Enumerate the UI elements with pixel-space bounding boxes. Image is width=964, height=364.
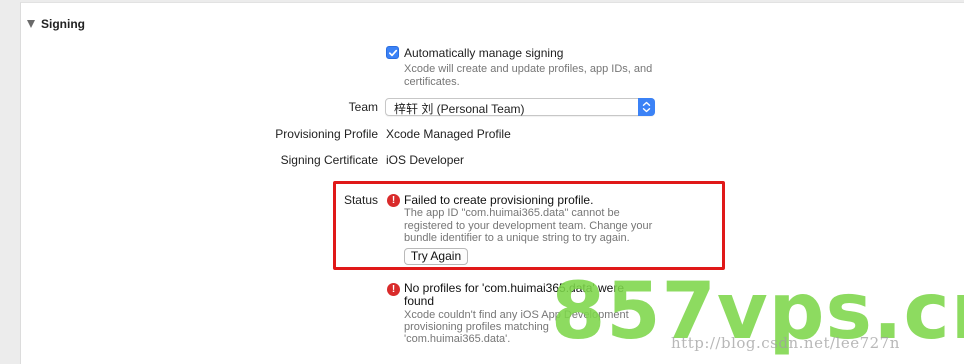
highlight-box	[333, 181, 725, 270]
auto-manage-description-line1: Xcode will create and update profiles, a…	[404, 63, 653, 75]
watermark-url: http://blog.csdn.net/lee727n	[671, 334, 900, 352]
auto-manage-label[interactable]: Automatically manage signing	[404, 46, 563, 60]
auto-manage-description-line2: certificates.	[404, 76, 460, 88]
checkmark-icon	[388, 49, 398, 57]
disclosure-triangle-icon[interactable]	[27, 20, 35, 28]
provisioning-profile-value: Xcode Managed Profile	[386, 127, 511, 141]
section-title: Signing	[41, 17, 85, 31]
provisioning-profile-label: Provisioning Profile	[275, 127, 378, 141]
second-error-line3: 'com.huimai365.data'.	[404, 333, 511, 345]
signing-certificate-label: Signing Certificate	[280, 153, 378, 167]
auto-manage-checkbox[interactable]	[386, 46, 399, 59]
team-popup[interactable]: 梓轩 刘 (Personal Team)	[385, 98, 655, 116]
signing-section-header[interactable]: Signing	[27, 15, 85, 33]
updown-chevron-icon	[638, 98, 655, 116]
error-exclamation-icon: !	[387, 283, 400, 296]
team-popup-value: 梓轩 刘 (Personal Team)	[394, 102, 525, 116]
second-error-title-line2: found	[404, 294, 435, 308]
signing-certificate-value: iOS Developer	[386, 153, 465, 167]
team-label: Team	[348, 100, 378, 114]
